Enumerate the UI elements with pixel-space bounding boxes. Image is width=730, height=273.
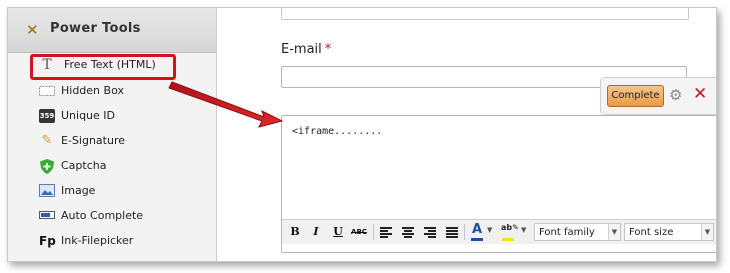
font-size-select[interactable]: Font size ▼ bbox=[624, 223, 714, 241]
sidebar-item-label: Free Text (HTML) bbox=[64, 58, 156, 71]
align-justify-button[interactable] bbox=[446, 227, 458, 238]
power-tools-sidebar: ✕ Power Tools T Free Text (HTML) Hidden … bbox=[8, 8, 217, 261]
sidebar-item-unique-id[interactable]: 359 Unique ID bbox=[36, 106, 206, 128]
close-icon[interactable]: ✕ bbox=[693, 84, 707, 104]
font-color-icon[interactable]: A bbox=[472, 222, 482, 238]
sidebar-item-captcha[interactable]: Captcha bbox=[36, 156, 206, 178]
form-canvas: E-mail * Complete ⚙ ✕ <iframe........ B I… bbox=[217, 8, 716, 261]
email-label: E-mail * bbox=[281, 42, 331, 57]
align-center-button[interactable] bbox=[402, 227, 414, 238]
unique-id-icon: 359 bbox=[39, 109, 55, 123]
field-toolbox: Complete ⚙ ✕ bbox=[600, 77, 716, 115]
sidebar-item-label: Ink-Filepicker bbox=[61, 234, 134, 247]
sidebar-item-label: Auto Complete bbox=[61, 209, 144, 222]
align-right-button[interactable] bbox=[424, 227, 436, 238]
font-family-select[interactable]: Font family ▼ bbox=[534, 223, 621, 241]
font-family-value: Font family bbox=[539, 227, 595, 238]
font-size-value: Font size bbox=[629, 227, 674, 238]
sidebar-item-label: Image bbox=[61, 184, 96, 197]
toolbar-divider bbox=[373, 224, 374, 240]
fp-icon: Fp bbox=[39, 234, 56, 248]
complete-button[interactable]: Complete bbox=[607, 85, 664, 107]
chevron-down-icon[interactable]: ▼ bbox=[487, 226, 492, 234]
toolbar-divider bbox=[464, 224, 465, 240]
sidebar-item-label: Hidden Box bbox=[61, 84, 124, 97]
previous-field-input[interactable] bbox=[281, 8, 689, 20]
sidebar-item-e-signature[interactable]: ✎ E-Signature bbox=[36, 131, 206, 153]
sidebar-item-free-text-html[interactable]: T Free Text (HTML) bbox=[30, 54, 176, 80]
shield-icon bbox=[39, 159, 55, 174]
strikethrough-button[interactable]: ABC bbox=[350, 223, 368, 241]
font-color-swatch bbox=[471, 238, 483, 241]
highlight-color-swatch bbox=[502, 238, 514, 241]
sidebar-item-auto-complete[interactable]: Auto Complete bbox=[36, 206, 206, 228]
power-tools-header[interactable]: ✕ Power Tools bbox=[8, 8, 216, 53]
editor-toolbar: B I U ABC A ▼ ab✎ ▼ Font family ▼ Font s… bbox=[282, 219, 716, 244]
gear-icon[interactable]: ⚙ bbox=[669, 86, 682, 104]
auto-complete-icon bbox=[39, 209, 55, 223]
sidebar-item-hidden-box[interactable]: Hidden Box bbox=[36, 81, 206, 103]
align-left-button[interactable] bbox=[380, 227, 392, 238]
sidebar-item-label: Captcha bbox=[61, 159, 107, 172]
chevron-down-icon[interactable]: ▼ bbox=[608, 224, 620, 240]
email-label-text: E-mail bbox=[281, 42, 322, 57]
sidebar-title: Power Tools bbox=[50, 21, 141, 36]
required-mark: * bbox=[324, 42, 332, 57]
sidebar-item-ink-filepicker[interactable]: Fp Ink-Filepicker bbox=[36, 231, 206, 253]
italic-button[interactable]: I bbox=[307, 223, 325, 241]
tools-icon: ✕ bbox=[26, 21, 39, 39]
sidebar-item-label: E-Signature bbox=[61, 134, 125, 147]
highlight-color-icon[interactable]: ab✎ bbox=[501, 222, 519, 234]
rich-text-editor[interactable]: <iframe........ B I U ABC A ▼ ab✎ ▼ Font… bbox=[281, 115, 716, 253]
chevron-down-icon[interactable]: ▼ bbox=[521, 226, 526, 234]
text-T-icon: T bbox=[42, 57, 52, 73]
image-icon bbox=[39, 184, 55, 198]
sidebar-item-image[interactable]: Image bbox=[36, 181, 206, 203]
chevron-down-icon[interactable]: ▼ bbox=[701, 224, 713, 240]
pen-icon: ✎ bbox=[41, 133, 53, 148]
sidebar-item-label: Unique ID bbox=[61, 109, 116, 122]
editor-content[interactable]: <iframe........ bbox=[292, 126, 382, 137]
bold-button[interactable]: B bbox=[286, 223, 304, 241]
app-window: ✕ Power Tools T Free Text (HTML) Hidden … bbox=[7, 7, 717, 262]
hidden-box-icon bbox=[39, 84, 55, 98]
underline-button[interactable]: U bbox=[329, 223, 347, 241]
